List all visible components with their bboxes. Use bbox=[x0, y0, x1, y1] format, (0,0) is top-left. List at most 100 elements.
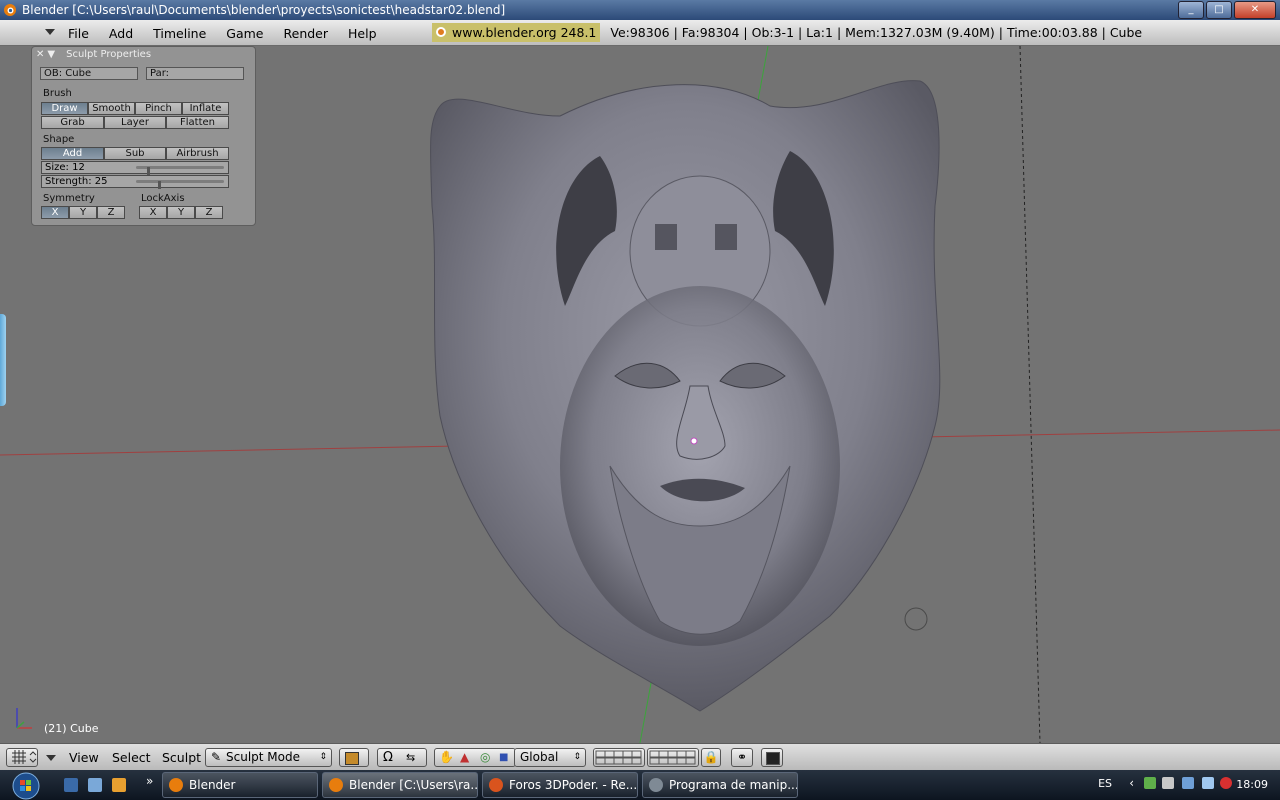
brush-draw-button[interactable]: Draw bbox=[41, 102, 88, 115]
brush-smooth-button[interactable]: Smooth bbox=[88, 102, 135, 115]
grid-editor-icon bbox=[12, 750, 37, 764]
pivot-snap-group[interactable]: Ω ⇆ bbox=[377, 748, 427, 767]
orientation-label: Global bbox=[520, 750, 559, 764]
taskbar-item-blender-file[interactable]: Blender [C:\Users\ra... bbox=[322, 772, 478, 798]
lockaxis-section-label: LockAxis bbox=[141, 193, 185, 204]
panel-close-icon[interactable]: ✕ bbox=[36, 49, 44, 60]
scale-icon[interactable]: ■ bbox=[499, 749, 508, 766]
camera-border-line bbox=[1019, 46, 1041, 743]
render-button[interactable] bbox=[761, 748, 783, 767]
menu-timeline[interactable]: Timeline bbox=[153, 26, 206, 41]
wifi-icon[interactable] bbox=[1202, 777, 1214, 789]
menu-sculpt[interactable]: Sculpt bbox=[162, 750, 201, 765]
active-object-label: (21) Cube bbox=[44, 722, 99, 735]
menu-render[interactable]: Render bbox=[284, 26, 329, 41]
lockaxis-y-toggle[interactable]: Y bbox=[167, 206, 195, 219]
taskbar-item-label: Blender [C:\Users\ra... bbox=[349, 778, 478, 792]
axis-gizmo bbox=[16, 708, 32, 729]
symmetry-z-toggle[interactable]: Z bbox=[97, 206, 125, 219]
panel-header[interactable]: ✕ ▼ Sculpt Properties bbox=[32, 47, 255, 61]
strength-slider-track bbox=[136, 180, 224, 189]
strength-slider-knob[interactable] bbox=[158, 181, 161, 189]
draw-type-menu[interactable] bbox=[339, 748, 369, 767]
dropdown-arrows-icon: ⇕ bbox=[573, 752, 581, 762]
size-slider-label: Size: 12 bbox=[45, 162, 85, 173]
symmetry-x-toggle[interactable]: X bbox=[41, 206, 69, 219]
maximize-button[interactable]: □ bbox=[1206, 1, 1232, 19]
object-name-field[interactable]: OB: Cube bbox=[40, 67, 138, 80]
scene-stats: Ve:98306 | Fa:98304 | Ob:3-1 | La:1 | Me… bbox=[610, 24, 1143, 40]
shape-add-button[interactable]: Add bbox=[41, 147, 104, 160]
ogl-render-button[interactable]: ⚭ bbox=[731, 748, 753, 767]
shape-section-label: Shape bbox=[43, 134, 75, 145]
menu-view[interactable]: View bbox=[69, 750, 99, 765]
media-player-icon[interactable] bbox=[112, 778, 126, 792]
shape-airbrush-button[interactable]: Airbrush bbox=[166, 147, 229, 160]
window-title-bar[interactable]: Blender [C:\Users\raul\Documents\blender… bbox=[0, 0, 1280, 20]
brush-inflate-button[interactable]: Inflate bbox=[182, 102, 229, 115]
show-desktop-icon[interactable] bbox=[64, 778, 78, 792]
transform-orientation-select[interactable]: Global ⇕ bbox=[514, 748, 586, 767]
header-collapse-icon[interactable] bbox=[45, 29, 55, 35]
layer-buttons-1[interactable] bbox=[593, 748, 645, 767]
blender-icon bbox=[329, 778, 343, 792]
brush-grab-button[interactable]: Grab bbox=[41, 116, 104, 129]
size-slider-track bbox=[136, 166, 224, 175]
manipulator-group[interactable]: ✋ ▲ ◎ ■ bbox=[434, 748, 516, 767]
render-icon bbox=[766, 752, 780, 765]
usb-icon[interactable] bbox=[1162, 777, 1174, 789]
lock-icon: 🔒 bbox=[703, 750, 719, 764]
panel-collapse-icon[interactable]: ▼ bbox=[47, 49, 55, 60]
start-button[interactable] bbox=[6, 772, 46, 800]
menu-help[interactable]: Help bbox=[348, 26, 377, 41]
lockaxis-x-toggle[interactable]: X bbox=[139, 206, 167, 219]
tray-expand-icon[interactable]: ‹ bbox=[1129, 776, 1134, 790]
network-icon[interactable] bbox=[1144, 777, 1156, 789]
strength-slider-label: Strength: 25 bbox=[45, 176, 108, 187]
size-slider[interactable]: Size: 12 bbox=[41, 161, 229, 175]
taskbar-item-label: Programa de manip... bbox=[669, 778, 798, 792]
menu-file[interactable]: File bbox=[68, 26, 89, 41]
menu-select[interactable]: Select bbox=[112, 750, 151, 765]
size-slider-knob[interactable] bbox=[147, 167, 150, 175]
minimize-button[interactable]: _ bbox=[1178, 1, 1204, 19]
blender-logo-icon bbox=[4, 4, 16, 16]
layers-grid-icon bbox=[595, 750, 642, 765]
strength-slider[interactable]: Strength: 25 bbox=[41, 175, 229, 189]
shape-sub-button[interactable]: Sub bbox=[104, 147, 166, 160]
menu-add[interactable]: Add bbox=[109, 26, 133, 41]
brush-flatten-button[interactable]: Flatten bbox=[166, 116, 229, 129]
language-indicator[interactable]: ES bbox=[1098, 777, 1112, 790]
blender-org-link[interactable]: www.blender.org 248.1 bbox=[432, 22, 601, 42]
explorer-icon[interactable] bbox=[88, 778, 102, 792]
sidebar-toggle-tab[interactable] bbox=[0, 314, 6, 406]
hand-manipulator-icon[interactable]: ✋ bbox=[439, 749, 454, 766]
lock-layers-button[interactable]: 🔒 bbox=[701, 748, 721, 767]
rotate-icon[interactable]: ◎ bbox=[480, 749, 490, 766]
taskbar-item-firefox[interactable]: Foros 3DPoder. - Re... bbox=[482, 772, 638, 798]
mode-selector[interactable]: ✎ Sculpt Mode ⇕ bbox=[205, 748, 332, 767]
link-icon: ⚭ bbox=[736, 750, 748, 764]
symmetry-y-toggle[interactable]: Y bbox=[69, 206, 97, 219]
taskbar-item-blender[interactable]: Blender bbox=[162, 772, 318, 798]
editor-type-menu[interactable] bbox=[6, 748, 38, 767]
battery-icon[interactable] bbox=[1182, 777, 1194, 789]
close-button[interactable]: ✕ bbox=[1234, 1, 1276, 19]
lockaxis-z-toggle[interactable]: Z bbox=[195, 206, 223, 219]
brush-layer-button[interactable]: Layer bbox=[104, 116, 166, 129]
taskbar-item-label: Blender bbox=[189, 778, 236, 792]
brush-pinch-button[interactable]: Pinch bbox=[135, 102, 182, 115]
clock[interactable]: 18:09 bbox=[1236, 778, 1268, 791]
sculpt-properties-panel[interactable]: ✕ ▼ Sculpt Properties OB: Cube Par: Brus… bbox=[31, 46, 256, 226]
parent-field[interactable]: Par: bbox=[146, 67, 244, 80]
mode-label: Sculpt Mode bbox=[226, 750, 300, 764]
quicklaunch-overflow-icon[interactable]: » bbox=[146, 774, 153, 788]
taskbar-item-gimp[interactable]: Programa de manip... bbox=[642, 772, 798, 798]
menu-game[interactable]: Game bbox=[226, 26, 263, 41]
translate-icon[interactable]: ▲ bbox=[460, 749, 469, 766]
layers-grid-icon bbox=[649, 750, 696, 765]
volume-muted-icon[interactable] bbox=[1220, 777, 1232, 789]
layer-buttons-2[interactable] bbox=[647, 748, 699, 767]
header-collapse-icon[interactable] bbox=[46, 755, 56, 761]
blender-icon bbox=[169, 778, 183, 792]
